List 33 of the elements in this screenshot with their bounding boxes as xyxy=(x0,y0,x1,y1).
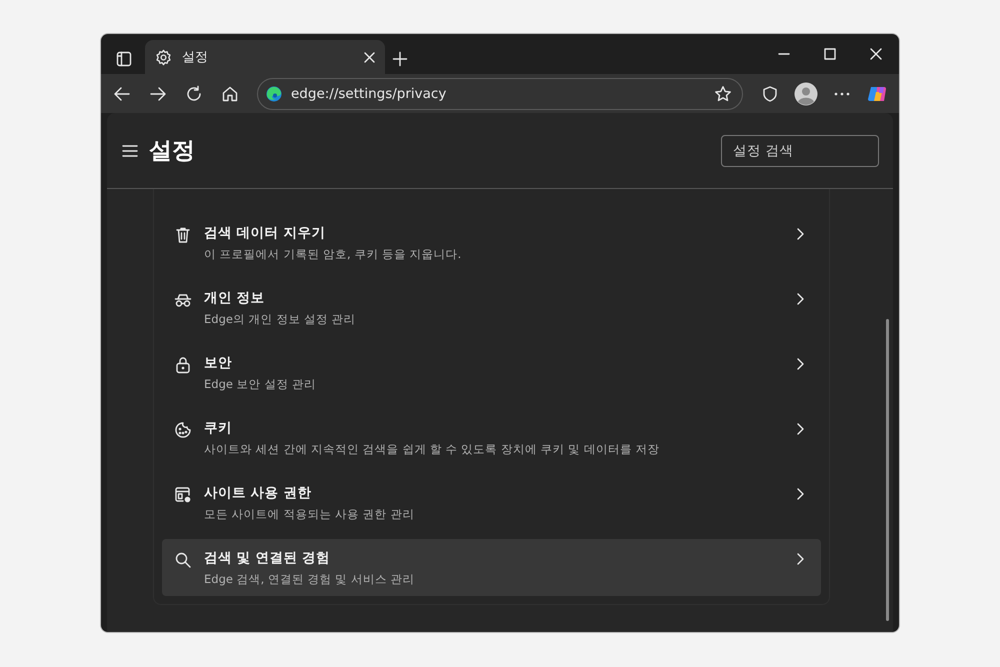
url-text: edge://settings/privacy xyxy=(291,86,448,102)
item-description: 모든 사이트에 적용되는 사용 권한 관리 xyxy=(204,507,416,522)
trash-icon xyxy=(174,226,192,244)
item-title: 사이트 사용 권한 xyxy=(204,484,312,502)
gear-icon xyxy=(155,48,172,66)
scrollbar-thumb[interactable] xyxy=(886,319,889,621)
settings-list-item[interactable]: 쿠키 사이트와 세션 간에 지속적인 검색을 쉽게 할 수 있도록 장치에 쿠키 및 데이터를 저장 xyxy=(162,409,821,466)
close-tab-icon[interactable] xyxy=(364,52,375,62)
item-title: 개인 정보 xyxy=(204,289,266,307)
settings-list-item[interactable]: 검색 및 연결된 경험 Edge 검색, 연결된 경험 및 서비스 관리 xyxy=(162,539,821,596)
item-title: 검색 및 연결된 경험 xyxy=(204,549,332,567)
item-description: Edge의 개인 정보 설정 관리 xyxy=(204,312,357,327)
lock-icon xyxy=(174,356,192,374)
item-description: Edge 보안 설정 관리 xyxy=(204,377,317,392)
item-title: 쿠키 xyxy=(204,419,233,437)
address-bar[interactable]: edge://settings/privacy xyxy=(257,78,743,110)
search-field[interactable]: 설정 검색 xyxy=(721,134,879,166)
search-icon xyxy=(174,551,192,569)
settings-list-item[interactable]: 사이트 사용 권한 모든 사이트에 적용되는 사용 권한 관리 xyxy=(162,474,821,531)
item-title: 검색 데이터 지우기 xyxy=(204,224,326,242)
settings-list-item[interactable]: 개인 정보 Edge의 개인 정보 설정 관리 xyxy=(162,279,821,336)
settings-list-item[interactable]: 보안 Edge 보안 설정 관리 xyxy=(162,344,821,401)
item-title: 보안 xyxy=(204,354,233,372)
site-settings-icon xyxy=(174,486,192,504)
browser-logo-icon xyxy=(266,86,282,102)
item-description: 이 프로필에서 기록된 암호, 쿠키 등을 지웁니다. xyxy=(204,247,462,262)
item-description: 사이트와 세션 간에 지속적인 검색을 쉽게 할 수 있도록 장치에 쿠키 및 데이터를 저장 xyxy=(204,442,661,457)
page-title: 설정 xyxy=(149,137,196,166)
settings-list-item[interactable]: 검색 데이터 지우기 이 프로필에서 기록된 암호, 쿠키 등을 지웁니다. xyxy=(162,214,821,271)
browser-tab[interactable]: 설정 xyxy=(145,40,385,74)
star-icon[interactable] xyxy=(714,84,732,102)
cookie-icon xyxy=(174,421,192,439)
item-description: Edge 검색, 연결된 경험 및 서비스 관리 xyxy=(204,572,416,587)
